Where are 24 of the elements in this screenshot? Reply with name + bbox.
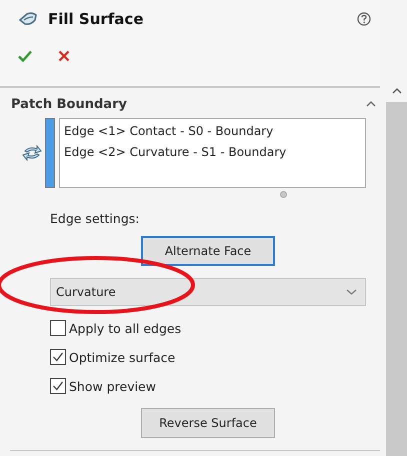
alternate-face-button[interactable]: Alternate Face: [141, 236, 275, 266]
close-icon[interactable]: [58, 50, 70, 62]
condition-dropdown[interactable]: Curvature: [50, 278, 366, 306]
caret-icon: [346, 289, 357, 295]
edge-settings-label: Edge settings:: [50, 211, 140, 226]
swap-arrows-icon[interactable]: [22, 145, 42, 161]
ok-icon[interactable]: [18, 50, 32, 62]
edge-list[interactable]: Edge <1> Contact - S0 - Boundary Edge <2> Curvature - S1 - Boundary: [59, 118, 366, 188]
surface-icon: [18, 11, 38, 27]
reverse-surface-button[interactable]: Reverse Surface: [141, 408, 275, 438]
checkbox[interactable]: [50, 320, 66, 336]
selection-bar: [45, 118, 55, 188]
chevron-icon[interactable]: [366, 101, 376, 107]
list-item[interactable]: Edge <1> Contact - S0 - Boundary: [64, 121, 361, 142]
checkbox-label[interactable]: Show preview: [69, 378, 156, 394]
checkbox-label[interactable]: Apply to all edges: [69, 320, 182, 336]
section-title[interactable]: Patch Boundary: [11, 96, 127, 112]
window-title: Fill Surface: [48, 10, 144, 28]
checkbox[interactable]: [50, 378, 66, 394]
checkbox[interactable]: [50, 349, 66, 365]
checkbox-label[interactable]: Optimize surface: [69, 350, 176, 364]
help-icon[interactable]: [357, 12, 371, 26]
list-item[interactable]: Edge <2> Curvature - S1 - Boundary: [64, 142, 361, 163]
resize-handle[interactable]: [280, 191, 286, 198]
